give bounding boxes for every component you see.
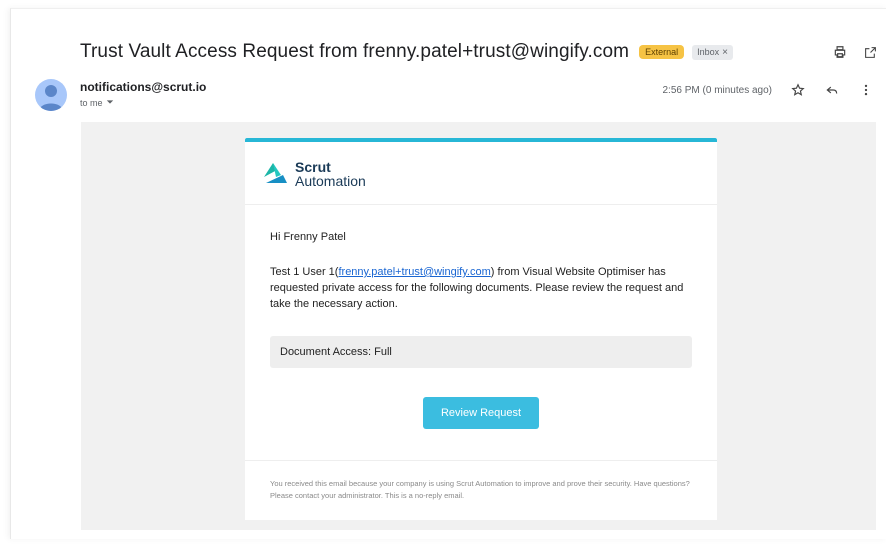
message-prefix: Test 1 User 1(: [270, 266, 339, 278]
email-card: Scrut Automation Hi Frenny Patel Test 1 …: [245, 138, 717, 520]
greeting: Hi Frenny Patel: [270, 231, 346, 243]
message-meta: 2:56 PM (0 minutes ago): [663, 82, 875, 98]
timestamp: 2:56 PM (0 minutes ago): [662, 84, 773, 96]
email-subject: Trust Vault Access Request from frenny.p…: [80, 41, 630, 62]
inbox-label-text: Inbox: [697, 47, 720, 57]
inbox-label[interactable]: Inbox ×: [692, 44, 733, 60]
header-divider: [245, 204, 717, 205]
requester-email-link[interactable]: frenny.patel+trust@wingify.com: [338, 266, 490, 278]
brand-line-2: Automation: [295, 173, 366, 189]
review-request-button[interactable]: Review Request: [423, 397, 539, 429]
sender-address[interactable]: notifications@scrut.io: [80, 80, 206, 94]
recipient-text: to me: [80, 98, 103, 108]
footer-notice: You received this email because your com…: [270, 479, 690, 500]
recipient-details[interactable]: to me: [80, 98, 114, 108]
star-icon[interactable]: [790, 82, 806, 98]
open-new-window-icon[interactable]: [862, 44, 878, 60]
subject-row: Trust Vault Access Request from frenny.p…: [80, 40, 886, 64]
footer-divider: [245, 460, 717, 461]
top-actions: [832, 44, 878, 60]
document-access-text: Document Access: Full: [280, 346, 392, 358]
external-label: External: [639, 45, 685, 59]
document-access-box: Document Access: Full: [270, 336, 692, 368]
brand-header: Scrut Automation: [245, 142, 717, 188]
remove-label-icon[interactable]: ×: [722, 47, 728, 58]
scrut-logo-icon: [264, 163, 287, 183]
reply-icon[interactable]: [824, 82, 840, 98]
request-message: Test 1 User 1(frenny.patel+trust@wingify…: [270, 264, 690, 312]
chevron-down-icon: [106, 98, 114, 108]
more-options-icon[interactable]: [858, 82, 874, 98]
brand-line-1: Scrut: [295, 159, 331, 175]
print-icon[interactable]: [832, 44, 848, 60]
brand-name: Scrut Automation: [295, 160, 366, 188]
sender-avatar[interactable]: [35, 79, 67, 111]
